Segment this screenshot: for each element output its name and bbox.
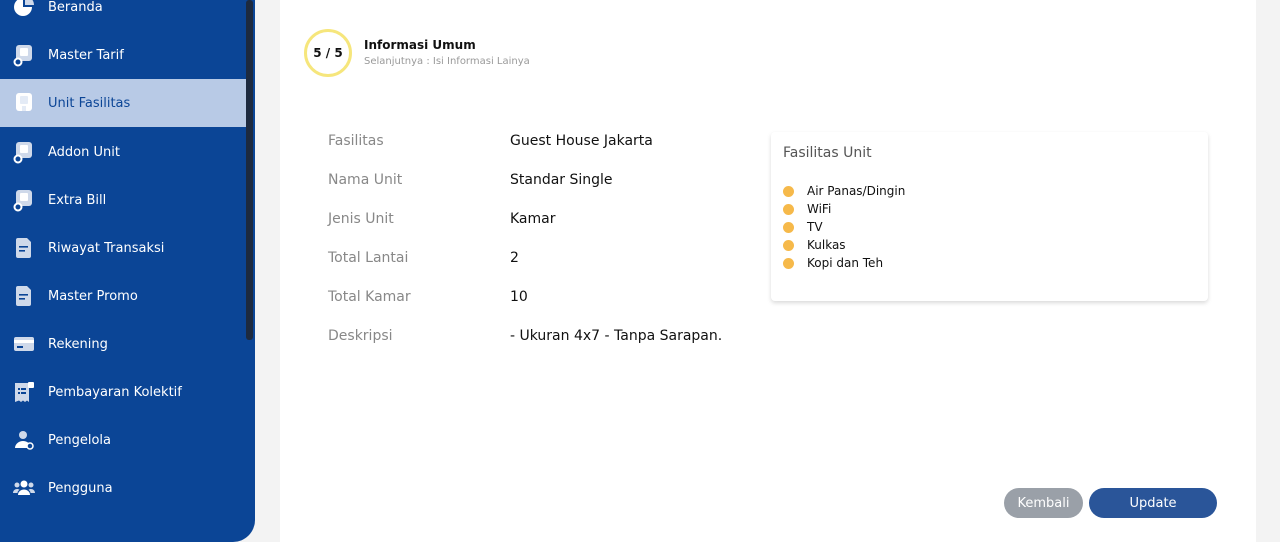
update-button[interactable]: Update <box>1089 488 1217 518</box>
user-settings-icon <box>12 428 36 452</box>
label-jenis-unit: Jenis Unit <box>328 211 394 227</box>
sidebar-item-unit-fasilitas[interactable]: Unit Fasilitas <box>0 79 250 127</box>
facility-list: Air Panas/Dingin WiFi TV Kulkas Kopi dan… <box>783 182 905 272</box>
sidebar-item-label: Rekening <box>48 336 108 352</box>
sidebar-item-pembayaran-kolektif[interactable]: Pembayaran Kolektif <box>0 368 250 416</box>
value-total-kamar: 10 <box>510 289 528 305</box>
facility-label: Kopi dan Teh <box>807 256 884 270</box>
value-total-lantai: 2 <box>510 250 519 266</box>
bullet-dot-icon <box>783 203 794 215</box>
facility-label: TV <box>807 220 823 234</box>
sidebar-item-label: Master Promo <box>48 288 138 304</box>
facility-label: WiFi <box>807 202 832 216</box>
list-item: Air Panas/Dingin <box>783 182 905 200</box>
value-jenis-unit: Kamar <box>510 211 556 227</box>
sidebar-item-pengguna[interactable]: Pengguna <box>0 464 250 512</box>
facility-label: Kulkas <box>807 238 846 252</box>
sidebar-item-label: Pengguna <box>48 480 113 496</box>
card-icon <box>12 332 36 356</box>
receipt-icon <box>12 380 36 404</box>
sidebar-scrollbar[interactable] <box>246 0 253 340</box>
facility-panel: Fasilitas Unit Air Panas/Dingin WiFi TV … <box>771 132 1208 301</box>
bullet-dot-icon <box>783 239 794 251</box>
facility-label: Air Panas/Dingin <box>807 184 906 198</box>
sidebar-item-label: Unit Fasilitas <box>48 95 131 111</box>
list-item: TV <box>783 218 905 236</box>
label-fasilitas: Fasilitas <box>328 133 384 149</box>
value-fasilitas: Guest House Jakarta <box>510 133 653 149</box>
step-title: Informasi Umum <box>364 38 476 52</box>
sidebar-item-label: Beranda <box>48 0 103 15</box>
sidebar-item-label: Pembayaran Kolektif <box>48 384 182 400</box>
step-subtitle: Selanjutnya : Isi Informasi Lainya <box>364 56 530 67</box>
users-icon <box>12 476 36 500</box>
list-item: Kopi dan Teh <box>783 254 905 272</box>
list-item: WiFi <box>783 200 905 218</box>
sidebar-item-master-tarif[interactable]: Master Tarif <box>0 31 250 79</box>
bullet-dot-icon <box>783 185 794 197</box>
bullet-dot-icon <box>783 221 794 233</box>
label-nama-unit: Nama Unit <box>328 172 403 188</box>
sidebar-item-label: Master Tarif <box>48 47 124 63</box>
label-deskripsi: Deskripsi <box>328 328 393 344</box>
back-button[interactable]: Kembali <box>1004 488 1083 518</box>
sidebar-item-riwayat-transaksi[interactable]: Riwayat Transaksi <box>0 224 250 272</box>
list-item: Kulkas <box>783 236 905 254</box>
sidebar-item-addon-unit[interactable]: Addon Unit <box>0 128 250 176</box>
label-total-kamar: Total Kamar <box>328 289 411 305</box>
facility-panel-title: Fasilitas Unit <box>783 145 872 161</box>
building-settings-icon <box>12 43 36 67</box>
building-icon <box>12 91 36 115</box>
document-icon <box>12 236 36 260</box>
value-nama-unit: Standar Single <box>510 172 613 188</box>
sidebar-item-label: Extra Bill <box>48 192 107 208</box>
pie-chart-icon <box>12 0 36 19</box>
sidebar-item-pengelola[interactable]: Pengelola <box>0 416 250 464</box>
building-settings-icon <box>12 188 36 212</box>
sidebar-item-master-promo[interactable]: Master Promo <box>0 272 250 320</box>
value-deskripsi: - Ukuran 4x7 - Tanpa Sarapan. <box>510 328 723 344</box>
document-icon <box>12 284 36 308</box>
sidebar-item-label: Addon Unit <box>48 144 120 160</box>
label-total-lantai: Total Lantai <box>328 250 409 266</box>
unit-detail-card: 5 / 5 Informasi Umum Selanjutnya : Isi I… <box>280 0 1256 542</box>
building-settings-icon <box>12 140 36 164</box>
sidebar: Beranda Master Tarif Unit Fasilitas Addo… <box>0 0 255 542</box>
step-counter: 5 / 5 <box>304 29 352 77</box>
sidebar-item-extra-bill[interactable]: Extra Bill <box>0 176 250 224</box>
bullet-dot-icon <box>783 257 794 269</box>
sidebar-item-label: Pengelola <box>48 432 112 448</box>
sidebar-item-beranda[interactable]: Beranda <box>0 0 250 31</box>
sidebar-item-label: Riwayat Transaksi <box>48 240 165 256</box>
sidebar-item-rekening[interactable]: Rekening <box>0 320 250 368</box>
